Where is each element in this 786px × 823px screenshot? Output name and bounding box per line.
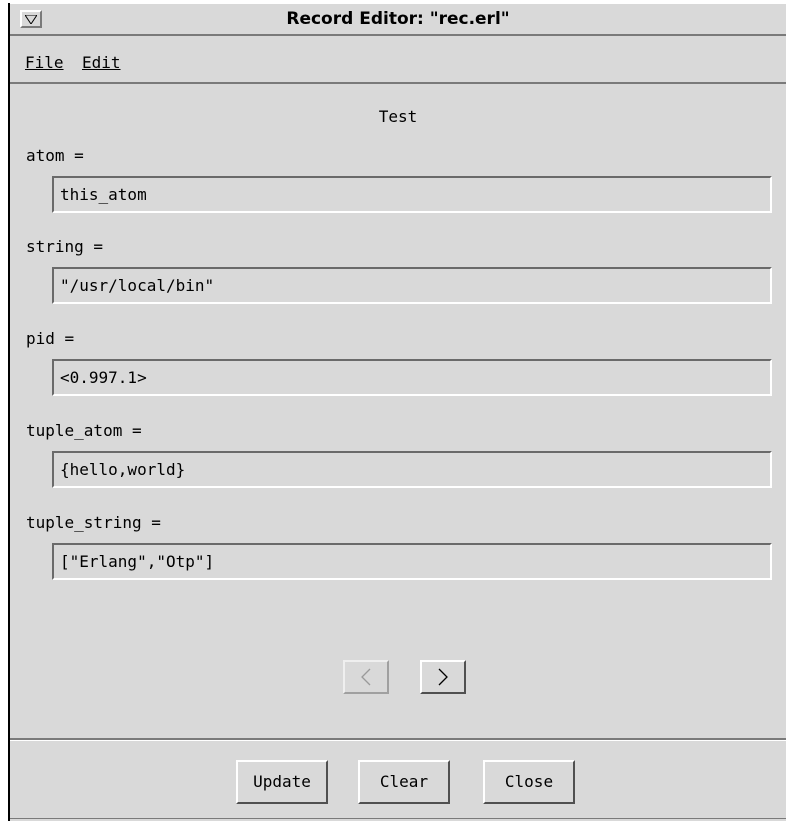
pid-field[interactable]: <0.997.1> — [52, 359, 772, 396]
window-bottom-edge — [10, 818, 786, 819]
field-label-atom: atom = — [26, 146, 84, 165]
record-editor-window: Record Editor: "rec.erl" File Edit Test … — [8, 3, 786, 821]
separator — [10, 738, 786, 741]
clear-button[interactable]: Clear — [358, 760, 450, 804]
field-label-pid: pid = — [26, 329, 75, 348]
field-label-tuple-atom: tuple_atom = — [26, 421, 142, 440]
menu-bar: File Edit — [10, 46, 786, 84]
update-button[interactable]: Update — [236, 760, 328, 804]
atom-field[interactable]: this_atom — [52, 176, 772, 213]
close-button[interactable]: Close — [483, 760, 575, 804]
next-button[interactable] — [420, 660, 466, 694]
string-field[interactable]: "/usr/local/bin" — [52, 267, 772, 304]
chevron-right-icon — [438, 668, 448, 686]
field-label-string: string = — [26, 237, 104, 256]
window-title: Record Editor: "rec.erl" — [286, 9, 510, 29]
tuple-atom-field[interactable]: {hello,world} — [52, 451, 772, 488]
previous-button[interactable] — [343, 660, 389, 694]
record-name: Test — [378, 107, 418, 126]
chevron-left-icon — [361, 668, 371, 686]
menu-edit[interactable]: Edit — [82, 53, 121, 72]
field-label-tuple-string: tuple_string = — [26, 513, 161, 532]
tuple-string-field[interactable]: ["Erlang","Otp"] — [52, 543, 772, 580]
title-bar[interactable]: Record Editor: "rec.erl" — [10, 3, 786, 36]
menu-file[interactable]: File — [25, 53, 64, 72]
